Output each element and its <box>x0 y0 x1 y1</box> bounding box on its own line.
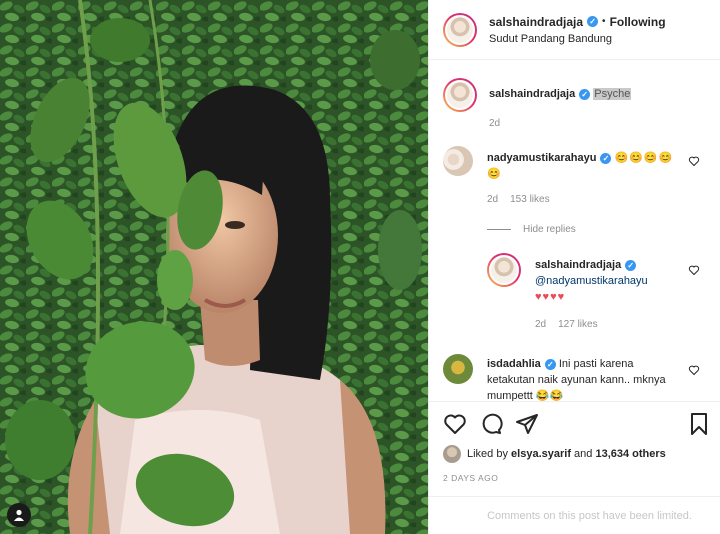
verified-badge-icon: ✓ <box>625 260 637 271</box>
caption: salshaindradjaja ✓ Psyche 2d <box>443 78 685 132</box>
separator-dot: • <box>602 16 606 27</box>
comment-time[interactable]: 2d <box>487 192 498 208</box>
author-username[interactable]: salshaindradjaja <box>489 15 583 29</box>
liker-avatar[interactable] <box>443 445 461 463</box>
share-paper-plane-icon[interactable] <box>515 412 539 436</box>
like-reply-heart-icon[interactable] <box>688 264 700 276</box>
caption-time[interactable]: 2d <box>489 116 500 132</box>
comment-item: nadyamustikarahayu ✓ 😊😊😊😊😊 2d 153 likes <box>443 146 683 208</box>
reply-likes[interactable]: 127 likes <box>558 317 597 333</box>
liked-by-and: and <box>574 448 593 460</box>
liked-by-prefix: Liked by <box>467 448 508 460</box>
hide-replies-button[interactable]: Hide replies <box>487 224 576 235</box>
hide-replies-line <box>487 229 511 230</box>
liked-by-user[interactable]: elsya.syarif <box>511 448 571 460</box>
post-timestamp[interactable]: 2 DAYS AGO <box>443 473 498 483</box>
post-image <box>0 0 428 534</box>
caption-username[interactable]: salshaindradjaja <box>489 88 575 100</box>
caption-avatar[interactable] <box>443 78 477 112</box>
author-avatar[interactable] <box>443 12 477 47</box>
following-button[interactable]: Following <box>610 15 666 29</box>
reply-time[interactable]: 2d <box>535 317 546 333</box>
verified-badge-icon: ✓ <box>600 153 612 164</box>
post-side-panel: salshaindradjaja ✓ • Following Sudut Pan… <box>428 0 720 534</box>
liked-by-count[interactable]: 13,634 others <box>595 448 665 460</box>
post-location[interactable]: Sudut Pandang Bandung <box>489 33 666 45</box>
divider <box>429 401 720 402</box>
like-heart-icon[interactable] <box>443 412 467 436</box>
reply-item: salshaindradjaja ✓ @nadyamustikarahayu ♥♥… <box>487 253 695 333</box>
verified-badge-icon: ✓ <box>587 16 599 27</box>
reply-mention[interactable]: @nadyamustikarahayu <box>535 273 695 289</box>
hide-replies-label: Hide replies <box>523 224 576 235</box>
liked-by: Liked by elsya.syarif and 13,634 others <box>443 445 666 463</box>
verified-badge-icon: ✓ <box>579 89 591 100</box>
verified-badge-icon: ✓ <box>544 359 556 370</box>
comments-limited-notice: Comments on this post have been limited. <box>429 496 720 534</box>
comment-bubble-icon[interactable] <box>479 412 503 436</box>
comments-list[interactable]: salshaindradjaja ✓ Psyche 2d nadyamustika… <box>429 61 720 401</box>
reply-avatar[interactable] <box>487 253 521 287</box>
caption-text: Psyche <box>593 88 632 100</box>
commenter-avatar[interactable] <box>443 146 473 176</box>
like-comment-heart-icon[interactable] <box>688 364 700 376</box>
save-bookmark-icon[interactable] <box>687 412 711 436</box>
reply-username[interactable]: salshaindradjaja <box>535 259 621 271</box>
commenter-username[interactable]: nadyamustikarahayu <box>487 152 596 164</box>
post-header: salshaindradjaja ✓ • Following Sudut Pan… <box>429 0 720 60</box>
comment-likes[interactable]: 153 likes <box>510 192 549 208</box>
tagged-user-icon[interactable] <box>7 503 31 527</box>
reply-text: ♥♥♥♥ <box>535 291 566 303</box>
post-photo[interactable] <box>0 0 428 534</box>
comment-item: isdadahlia ✓ Ini pasti karena ketakutan n… <box>443 354 683 401</box>
like-comment-heart-icon[interactable] <box>688 155 700 167</box>
commenter-avatar[interactable] <box>443 354 473 384</box>
post-actions <box>443 410 707 438</box>
commenter-username[interactable]: isdadahlia <box>487 358 541 370</box>
